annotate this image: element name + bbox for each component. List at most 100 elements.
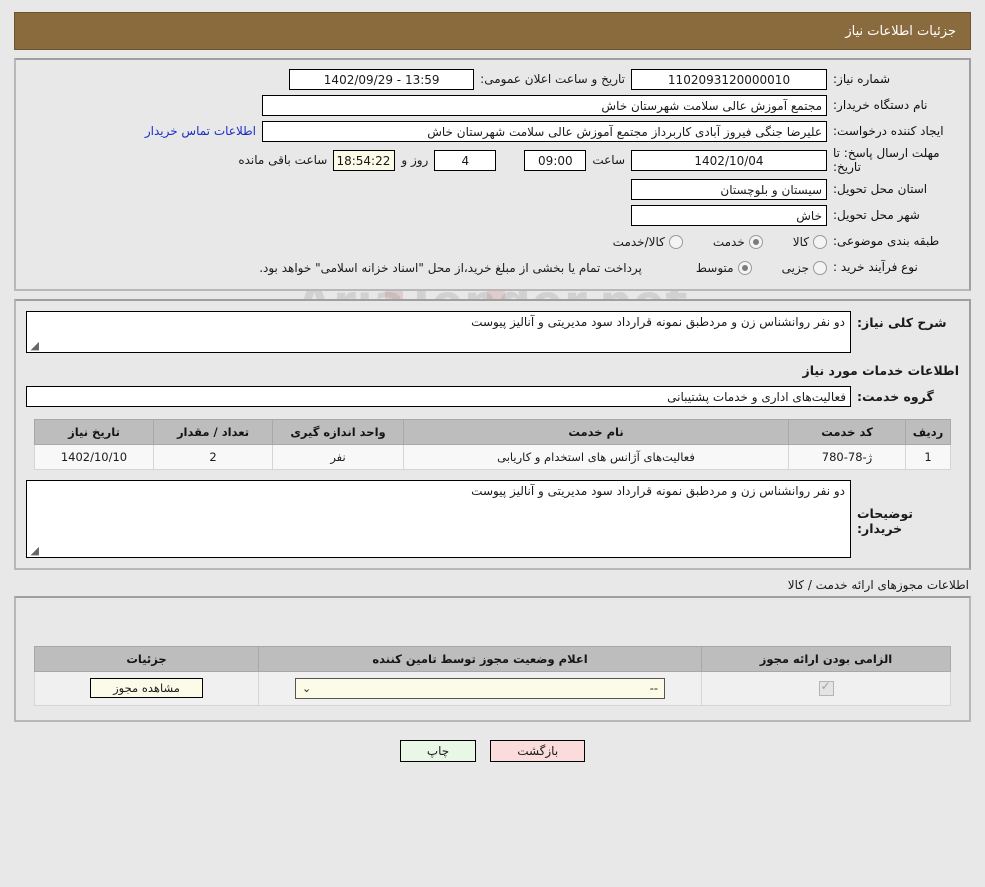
service-group-field[interactable]: فعالیت‌های اداری و خدمات پشتیبانی	[26, 385, 851, 407]
countdown-field: 18:54:22	[333, 149, 396, 171]
creator-label: ایجاد کننده درخواست:	[833, 123, 944, 138]
province-label: استان محل تحویل:	[833, 182, 928, 197]
col-row: ردیف	[905, 418, 951, 445]
announce-datetime-field[interactable]: 13:59 - 1402/09/29	[289, 68, 475, 90]
buyer-org-label: نام دستگاه خریدار:	[833, 97, 928, 112]
row-need-description: شرح کلی نیاز: دو نفر روانشناس زن و مردطب…	[16, 301, 969, 355]
permits-table-wrap: الزامی بودن ارائه مجوز اعلام وضعیت مجوز …	[16, 645, 969, 706]
row-buyer-notes: توضیحات خریدار: دو نفر روانشناس زن و مرد…	[16, 474, 969, 568]
countdown-label: ساعت باقی مانده	[238, 153, 328, 168]
services-panel: شرح کلی نیاز: دو نفر روانشناس زن و مردطب…	[14, 298, 971, 570]
row-deadline: مهلت ارسال پاسخ: تا تاریخ: 1402/10/04 سا…	[26, 146, 959, 175]
permits-panel: الزامی بودن ارائه مجوز اعلام وضعیت مجوز …	[14, 595, 971, 722]
deadline-date-field[interactable]: 1402/10/04	[631, 149, 827, 171]
process-option-label: جزیی	[781, 260, 809, 275]
process-label: نوع فرآیند خرید :	[833, 260, 918, 275]
city-label: شهر محل تحویل:	[833, 208, 920, 223]
col-permit-status: اعلام وضعیت مجوز توسط تامین کننده	[258, 645, 702, 672]
services-table-wrap: ردیف کد خدمت نام خدمت واحد اندازه گیری ت…	[16, 415, 969, 474]
chevron-down-icon: ⌄	[302, 681, 312, 695]
buyer-notes-label: توضیحات خریدار:	[857, 505, 913, 536]
cell-permit-required	[701, 670, 951, 706]
category-radio-group: کالا خدمت کالا/خدمت	[587, 234, 827, 249]
radio-icon[interactable]	[813, 234, 827, 249]
category-option-khedmat[interactable]: خدمت	[712, 234, 763, 249]
buyer-contact-link[interactable]: اطلاعات تماس خریدار	[139, 124, 262, 138]
table-row: 1 ژ-78-780 فعالیت‌های آژانس های استخدام …	[34, 443, 951, 470]
permit-status-value: --	[649, 680, 658, 695]
process-option-jozii[interactable]: جزیی	[781, 260, 827, 275]
announce-label: تاریخ و ساعت اعلان عمومی:	[480, 72, 625, 86]
days-remaining-field[interactable]: 4	[434, 149, 497, 171]
col-quantity: تعداد / مقدار	[153, 418, 273, 445]
view-permit-button[interactable]: مشاهده مجوز	[90, 678, 203, 699]
cell-permit-details: مشاهده مجوز	[34, 670, 259, 706]
category-option-label: کالا/خدمت	[612, 234, 665, 249]
footer-actions: بازگشت چاپ	[0, 739, 985, 762]
services-table: ردیف کد خدمت نام خدمت واحد اندازه گیری ت…	[34, 418, 951, 470]
radio-icon[interactable]	[737, 260, 752, 275]
row-process-type: نوع فرآیند خرید : جزیی متوسط پرداخت تمام…	[26, 257, 959, 279]
col-need-date: تاریخ نیاز	[34, 418, 154, 445]
creator-field[interactable]: علیرضا جنگی فیروز آبادی کاربرداز مجتمع آ…	[262, 120, 827, 142]
cell-name: فعالیت‌های آژانس های استخدام و کاریابی	[403, 443, 789, 470]
process-note: پرداخت تمام یا بخشی از مبلغ خرید،از محل …	[259, 260, 642, 275]
radio-icon[interactable]	[668, 234, 683, 249]
cell-quantity: 2	[153, 443, 273, 470]
radio-icon[interactable]	[748, 234, 763, 249]
col-code: کد خدمت	[788, 418, 906, 445]
hour-label: ساعت	[592, 153, 625, 168]
deadline-label: مهلت ارسال پاسخ: تا تاریخ:	[833, 146, 940, 175]
row-creator: ایجاد کننده درخواست: علیرضا جنگی فیروز آ…	[26, 120, 959, 142]
permit-status-select[interactable]: ⌄ --	[295, 677, 665, 699]
back-button[interactable]: بازگشت	[490, 739, 586, 762]
deadline-time-field[interactable]: 09:00	[524, 149, 587, 171]
city-field[interactable]: خاش	[631, 205, 827, 227]
resize-grip-icon[interactable]: ◢	[29, 340, 39, 351]
province-field[interactable]: سیستان و بلوچستان	[631, 179, 827, 201]
permits-table-header-row: الزامی بودن ارائه مجوز اعلام وضعیت مجوز …	[34, 645, 951, 672]
page-header: جزئیات اطلاعات نیاز	[14, 12, 971, 50]
table-row: ⌄ -- مشاهده مجوز	[34, 670, 951, 706]
resize-grip-icon[interactable]: ◢	[29, 545, 39, 556]
permits-caption: اطلاعات مجوزهای ارائه خدمت / کالا	[787, 577, 969, 592]
cell-need-date: 1402/10/10	[34, 443, 154, 470]
services-section-title: اطلاعات خدمات مورد نیاز	[802, 362, 960, 378]
cell-unit: نفر	[272, 443, 404, 470]
col-permit-required: الزامی بودن ارائه مجوز	[701, 645, 951, 672]
category-option-label: خدمت	[712, 234, 745, 249]
need-number-field[interactable]: 1102093120000010	[631, 68, 827, 90]
row-buyer-org: نام دستگاه خریدار: مجتمع آموزش عالی سلام…	[26, 94, 959, 116]
process-option-label: متوسط	[695, 260, 734, 275]
row-category: طبقه بندی موضوعی: کالا خدمت کالا/خدمت	[26, 231, 959, 253]
row-service-group: گروه خدمت: فعالیت‌های اداری و خدمات پشتی…	[16, 384, 969, 415]
need-description-value: دو نفر روانشناس زن و مردطبق نمونه قراردا…	[471, 314, 845, 329]
process-option-motevaset[interactable]: متوسط	[695, 260, 752, 275]
col-unit: واحد اندازه گیری	[272, 418, 404, 445]
process-radio-group: جزیی متوسط	[670, 260, 827, 275]
category-label: طبقه بندی موضوعی:	[833, 234, 940, 249]
need-description-textarea[interactable]: دو نفر روانشناس زن و مردطبق نمونه قراردا…	[26, 310, 851, 353]
row-province: استان محل تحویل: سیستان و بلوچستان	[26, 179, 959, 201]
radio-icon[interactable]	[813, 260, 827, 275]
need-description-label: شرح کلی نیاز:	[857, 314, 947, 330]
category-option-kala-khedmat[interactable]: کالا/خدمت	[612, 234, 683, 249]
page-title: جزئیات اطلاعات نیاز	[845, 23, 956, 39]
services-table-header-row: ردیف کد خدمت نام خدمت واحد اندازه گیری ت…	[34, 418, 951, 445]
category-option-kala[interactable]: کالا	[792, 234, 827, 249]
row-city: شهر محل تحویل: خاش	[26, 205, 959, 227]
buyer-notes-value: دو نفر روانشناس زن و مردطبق نمونه قراردا…	[471, 483, 845, 498]
category-option-label: کالا	[792, 234, 809, 249]
need-number-label: شماره نیاز:	[833, 71, 890, 86]
cell-permit-status: ⌄ --	[258, 670, 702, 706]
row-need-number: شماره نیاز: 1102093120000010 تاریخ و ساع…	[26, 68, 959, 90]
col-permit-details: جزئیات	[34, 645, 259, 672]
need-info-panel: شماره نیاز: 1102093120000010 تاریخ و ساع…	[14, 58, 971, 291]
print-button[interactable]: چاپ	[399, 739, 477, 762]
buyer-notes-textarea[interactable]: دو نفر روانشناس زن و مردطبق نمونه قراردا…	[26, 479, 851, 558]
col-name: نام خدمت	[403, 418, 789, 445]
days-label: روز و	[401, 153, 429, 168]
cell-code: ژ-78-780	[788, 443, 906, 470]
service-group-label: گروه خدمت:	[857, 388, 934, 404]
buyer-org-field[interactable]: مجتمع آموزش عالی سلامت شهرستان خاش	[262, 94, 827, 116]
